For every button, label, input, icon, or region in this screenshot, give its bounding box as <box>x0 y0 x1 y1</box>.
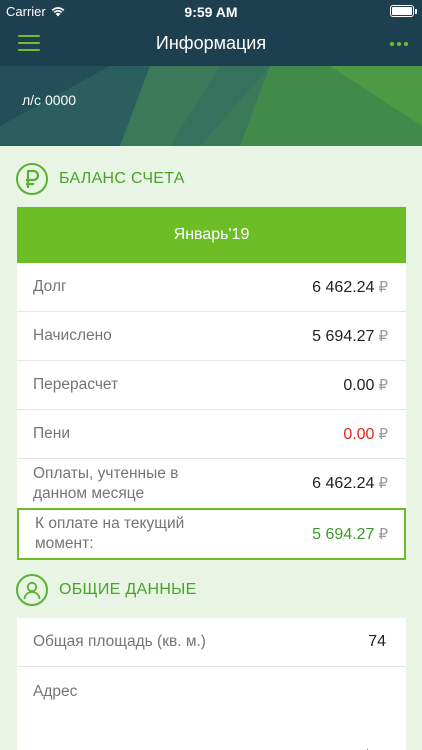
row-amount: 6 462.24 <box>312 278 375 296</box>
row-value: 6 462.24 ₽ <box>312 474 388 493</box>
address-value <box>33 711 390 733</box>
area-label: Общая площадь (кв. м.) <box>33 633 206 650</box>
row-label: Пени <box>33 425 70 442</box>
address-field[interactable]: Адрес <box>17 667 406 750</box>
balance-row-debt: Долг 6 462.24 ₽ <box>17 263 406 312</box>
general-section-header: ОБЩИЕ ДАННЫЕ <box>16 574 197 606</box>
more-options-button[interactable] <box>390 37 412 51</box>
amount-due-amount: 5 694.27 <box>312 525 375 543</box>
balance-card: Январь'19 Долг 6 462.24 ₽ Начислено 5 69… <box>17 207 406 508</box>
amount-due-value: 5 694.27 ₽ <box>312 525 388 544</box>
account-value: 0000 <box>44 92 77 108</box>
more-dot <box>404 42 408 46</box>
hamburger-icon-line <box>18 49 40 51</box>
row-amount: 0.00 <box>343 376 375 394</box>
clock: 9:59 AM <box>184 4 238 20</box>
area-row: Общая площадь (кв. м.) 74 <box>17 618 406 667</box>
row-amount: 5 694.27 <box>312 327 375 345</box>
row-value: 0.00 ₽ <box>343 376 388 395</box>
balance-row-charged: Начислено 5 694.27 ₽ <box>17 312 406 361</box>
ruble-sign-icon: ₽ <box>378 425 388 443</box>
ruble-sign-icon: ₽ <box>378 278 388 296</box>
general-card: Общая площадь (кв. м.) 74 Адрес <box>17 618 406 750</box>
page-title: Информация <box>155 33 267 53</box>
ruble-sign-icon: ₽ <box>378 475 388 492</box>
amount-due-label: К оплате на текущий момент: <box>35 515 185 552</box>
address-label: Адрес <box>33 683 78 700</box>
row-amount: 6 462.24 <box>312 475 375 492</box>
account-label: л/с <box>22 92 42 108</box>
ruble-icon <box>16 163 48 195</box>
account-number: л/с 0000 <box>22 92 76 108</box>
navigation-bar: Информация <box>0 22 422 66</box>
hamburger-icon-line <box>18 42 40 44</box>
user-icon <box>16 574 48 606</box>
balance-row-recalculation: Перерасчет 0.00 ₽ <box>17 361 406 410</box>
more-dots-icon <box>390 42 394 46</box>
battery-icon <box>390 5 417 17</box>
row-value: 6 462.24 ₽ <box>312 278 388 297</box>
account-banner: л/с 0000 <box>0 66 422 146</box>
ruble-sign-icon: ₽ <box>378 525 388 543</box>
row-amount: 0.00 <box>343 425 375 443</box>
area-value: 74 <box>368 633 386 650</box>
ruble-sign-icon: ₽ <box>378 327 388 345</box>
status-bar: Carrier 9:59 AM <box>0 0 422 22</box>
row-label: Перерасчет <box>33 376 119 393</box>
month-selector[interactable]: Январь'19 <box>17 207 406 263</box>
more-dot <box>397 42 401 46</box>
hamburger-icon <box>18 35 40 37</box>
row-value: 5 694.27 ₽ <box>312 327 388 346</box>
row-label: Долг <box>33 278 67 295</box>
balance-row-penalty: Пени 0.00 ₽ <box>17 410 406 459</box>
general-section-title: ОБЩИЕ ДАННЫЕ <box>59 581 197 598</box>
balance-section-title: БАЛАНС СЧЕТА <box>59 170 185 187</box>
hamburger-menu-button[interactable] <box>18 35 40 53</box>
row-label: Начислено <box>33 327 112 344</box>
ruble-sign-icon: ₽ <box>378 376 388 394</box>
balance-row-payments: Оплаты, учтенные в данном месяце 6 462.2… <box>17 459 406 508</box>
amount-due-row: К оплате на текущий момент: 5 694.27 ₽ <box>17 508 406 560</box>
balance-section-header: БАЛАНС СЧЕТА <box>16 163 185 195</box>
row-label: Оплаты, учтенные в данном месяце <box>33 464 179 502</box>
row-value: 0.00 ₽ <box>343 425 388 444</box>
